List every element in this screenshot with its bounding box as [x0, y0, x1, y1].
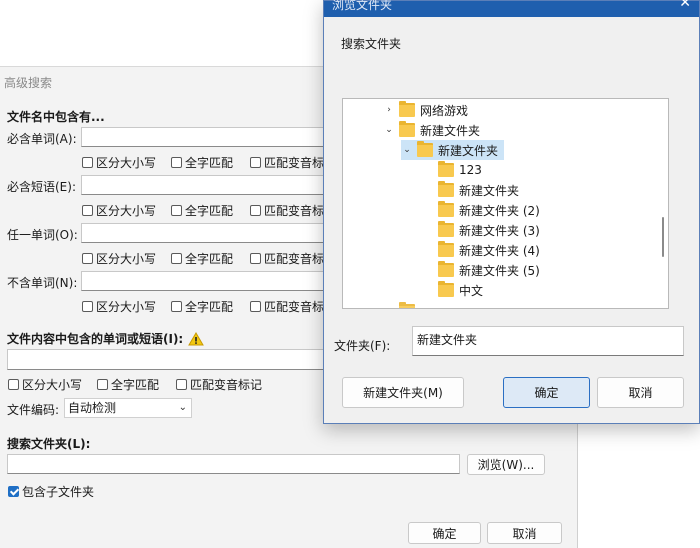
folder-icon	[438, 201, 454, 217]
checkbox-box[interactable]	[171, 205, 182, 216]
content-input[interactable]	[7, 349, 327, 370]
folder-icon	[438, 261, 454, 277]
browse-title: 浏览文件夹	[332, 0, 393, 12]
checkbox-box[interactable]	[171, 301, 182, 312]
browse-ok-button[interactable]: 确定	[503, 377, 590, 408]
checkbox-box[interactable]	[82, 205, 93, 216]
folder-icon	[438, 221, 454, 237]
tree-node-new-folder-4[interactable]: 新建文件夹 (4)	[438, 240, 540, 260]
checkbox-box[interactable]	[250, 253, 261, 264]
checkbox-box[interactable]	[8, 379, 19, 390]
content-case-checkbox[interactable]: 区分大小写	[8, 376, 82, 393]
chevron-right-icon[interactable]: ›	[383, 105, 395, 115]
checkbox-box[interactable]	[176, 379, 187, 390]
must-phrase-diacritic-checkbox[interactable]: 匹配变音标	[250, 202, 324, 219]
chevron-down-icon[interactable]: ⌄	[383, 125, 395, 135]
any-word-diacritic-checkbox[interactable]: 匹配变音标	[250, 250, 324, 267]
folder-icon	[438, 181, 454, 197]
exclude-word-whole-checkbox[interactable]: 全字匹配	[171, 298, 233, 315]
must-phrase-input[interactable]	[81, 175, 327, 195]
tree-node-new-folder-2[interactable]: 新建文件夹 (2)	[438, 200, 540, 220]
filename-section-heading: 文件名中包含有...	[7, 110, 105, 124]
advanced-search-title: 高级搜索	[4, 76, 53, 90]
search-folder-heading: 搜索文件夹(L):	[7, 437, 91, 451]
must-word-input[interactable]	[81, 127, 327, 147]
must-word-whole-checkbox[interactable]: 全字匹配	[171, 154, 233, 171]
checkbox-box[interactable]	[250, 205, 261, 216]
must-phrase-case-checkbox[interactable]: 区分大小写	[82, 202, 156, 219]
checkbox-box[interactable]	[250, 301, 261, 312]
tree-node-new-folder-selected[interactable]: ⌄ 新建文件夹	[401, 140, 505, 160]
advanced-ok-button[interactable]: 确定	[408, 522, 481, 544]
folder-icon	[438, 281, 454, 297]
chevron-down-icon[interactable]: ⌄	[401, 145, 413, 155]
exclude-word-input[interactable]	[81, 271, 327, 291]
checkbox-box[interactable]	[82, 157, 93, 168]
any-word-case-checkbox[interactable]: 区分大小写	[82, 250, 156, 267]
content-diacritic-checkbox[interactable]: 匹配变音标记	[176, 376, 262, 393]
browse-titlebar[interactable]: 浏览文件夹 ✕	[324, 0, 699, 17]
exclude-word-label: 不含单词(N):	[7, 276, 78, 290]
tree-scrollbar[interactable]	[662, 217, 664, 257]
checkbox-box[interactable]	[82, 301, 93, 312]
checkbox-box[interactable]	[250, 157, 261, 168]
must-phrase-label: 必含短语(E):	[7, 180, 76, 194]
tree-node-new-folder-child[interactable]: 新建文件夹	[438, 180, 519, 200]
include-subfolders-checkbox[interactable]: 包含子文件夹	[8, 483, 94, 500]
content-section-heading: 文件内容中包含的单词或短语(I):	[7, 330, 205, 347]
folder-tree[interactable]: › 网络游戏 ⌄ 新建文件夹 ⌄ 新建文件夹 123 新建文件夹 新建文件夹 (…	[342, 98, 669, 309]
folder-icon	[438, 241, 454, 257]
any-word-input[interactable]	[81, 223, 327, 243]
exclude-word-case-checkbox[interactable]: 区分大小写	[82, 298, 156, 315]
chevron-right-icon[interactable]: ›	[383, 306, 395, 308]
tree-node-network-games[interactable]: › 网络游戏	[383, 100, 468, 120]
must-word-label: 必含单词(A):	[7, 132, 77, 146]
checkbox-box[interactable]	[8, 486, 19, 497]
checkbox-box[interactable]	[82, 253, 93, 264]
checkbox-box[interactable]	[171, 157, 182, 168]
tree-node-chinese[interactable]: 中文	[438, 280, 483, 300]
checkbox-box[interactable]	[97, 379, 108, 390]
folder-icon	[399, 101, 415, 117]
folder-icon	[438, 161, 454, 177]
browse-cancel-button[interactable]: 取消	[597, 377, 684, 408]
warning-icon	[188, 331, 205, 345]
any-word-label: 任一单词(O):	[7, 228, 78, 242]
advanced-cancel-button[interactable]: 取消	[487, 522, 562, 544]
tree-node-new-folder-5[interactable]: 新建文件夹 (5)	[438, 260, 540, 280]
search-folder-input[interactable]	[7, 454, 460, 474]
encoding-label: 文件编码:	[7, 403, 60, 417]
folder-label: 文件夹(F):	[334, 339, 391, 353]
close-icon[interactable]: ✕	[679, 0, 691, 11]
tree-node-123[interactable]: 123	[438, 160, 482, 180]
must-phrase-whole-checkbox[interactable]: 全字匹配	[171, 202, 233, 219]
folder-icon	[399, 302, 415, 308]
must-word-diacritic-checkbox[interactable]: 匹配变音标	[250, 154, 324, 171]
new-folder-button[interactable]: 新建文件夹(M)	[342, 377, 464, 408]
folder-input[interactable]: 新建文件夹	[412, 326, 684, 356]
browse-description: 搜索文件夹	[341, 37, 402, 51]
tree-node-new-folder-3[interactable]: 新建文件夹 (3)	[438, 220, 540, 240]
browse-button[interactable]: 浏览(W)...	[467, 454, 545, 475]
checkbox-box[interactable]	[171, 253, 182, 264]
tree-node-new-folder[interactable]: ⌄ 新建文件夹	[383, 120, 480, 140]
browse-folder-dialog: 浏览文件夹 ✕ 搜索文件夹 › 网络游戏 ⌄ 新建文件夹 ⌄ 新建文件夹 123…	[323, 0, 700, 424]
chevron-down-icon: ⌄	[178, 402, 187, 413]
encoding-select[interactable]: 自动检测 ⌄	[64, 398, 192, 418]
content-whole-checkbox[interactable]: 全字匹配	[97, 376, 159, 393]
exclude-word-diacritic-checkbox[interactable]: 匹配变音标	[250, 298, 324, 315]
tree-node-partial[interactable]: ›	[383, 301, 420, 308]
folder-icon	[399, 121, 415, 137]
any-word-whole-checkbox[interactable]: 全字匹配	[171, 250, 233, 267]
folder-open-icon	[417, 141, 433, 157]
must-word-case-checkbox[interactable]: 区分大小写	[82, 154, 156, 171]
